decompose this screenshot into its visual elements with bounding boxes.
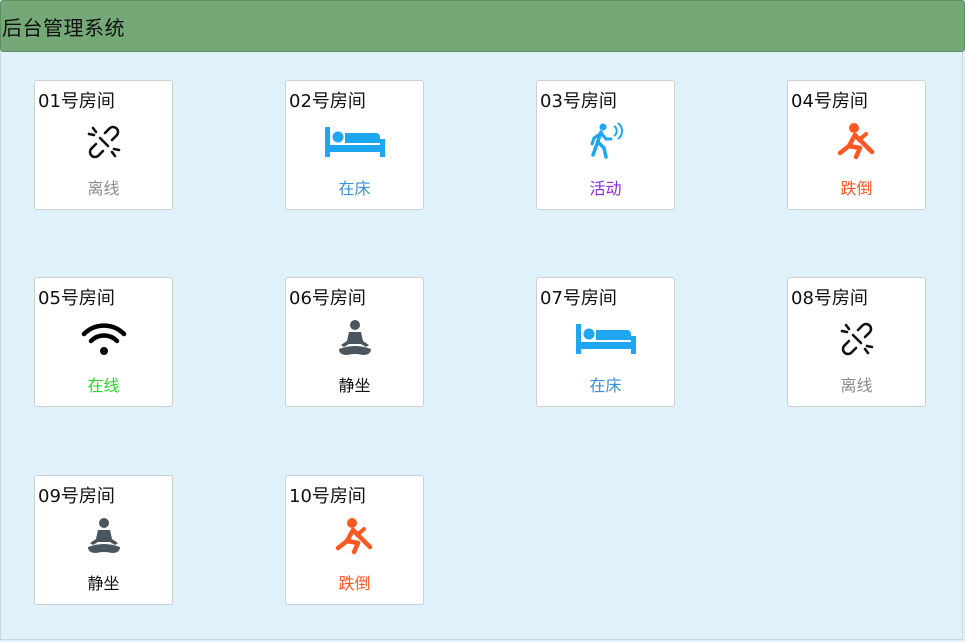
room-name: 03号房间 [540,91,617,112]
room-card-07[interactable]: 07号房间 在床 [536,277,675,407]
status-label: 活动 [589,179,622,198]
room-name: 05号房间 [38,288,115,309]
room-card-08[interactable]: 08号房间 离线 [787,277,926,407]
room-name: 08号房间 [791,288,868,309]
header-bar: 后台管理系统 [0,0,965,52]
status-label: 静坐 [338,376,371,395]
meditation-icon [323,319,387,359]
room-name: 07号房间 [540,288,617,309]
broken-link-icon [825,319,889,359]
meditation-icon [72,517,136,557]
wifi-icon [72,319,136,359]
room-name: 02号房间 [289,91,366,112]
falling-person-icon [825,122,889,162]
falling-person-icon [323,517,387,557]
room-card-10[interactable]: 10号房间 跌倒 [285,475,424,605]
walking-person-icon [574,122,638,162]
room-card-06[interactable]: 06号房间 静坐 [285,277,424,407]
status-label: 在床 [338,179,371,198]
room-card-04[interactable]: 04号房间 跌倒 [787,80,926,210]
room-card-02[interactable]: 02号房间 在床 [285,80,424,210]
status-label: 离线 [87,179,120,198]
room-name: 06号房间 [289,288,366,309]
room-card-09[interactable]: 09号房间 静坐 [34,475,173,605]
room-name: 09号房间 [38,486,115,507]
room-name: 04号房间 [791,91,868,112]
broken-link-icon [72,122,136,162]
app-root: 后台管理系统 01号房间 离线 02号房间 在床 03号房间 活动 04号房间 … [0,0,965,642]
status-label: 在线 [87,376,120,395]
status-label: 离线 [840,376,873,395]
room-name: 01号房间 [38,91,115,112]
status-label: 跌倒 [840,179,873,198]
room-card-03[interactable]: 03号房间 活动 [536,80,675,210]
status-label: 在床 [589,376,622,395]
room-name: 10号房间 [289,486,366,507]
bed-icon [323,122,387,162]
room-card-05[interactable]: 05号房间 在线 [34,277,173,407]
room-grid: 01号房间 离线 02号房间 在床 03号房间 活动 04号房间 跌倒 05号房… [0,52,963,640]
bed-icon [574,319,638,359]
room-card-01[interactable]: 01号房间 离线 [34,80,173,210]
app-title: 后台管理系统 [2,15,125,40]
status-label: 静坐 [87,574,120,593]
status-label: 跌倒 [338,574,371,593]
